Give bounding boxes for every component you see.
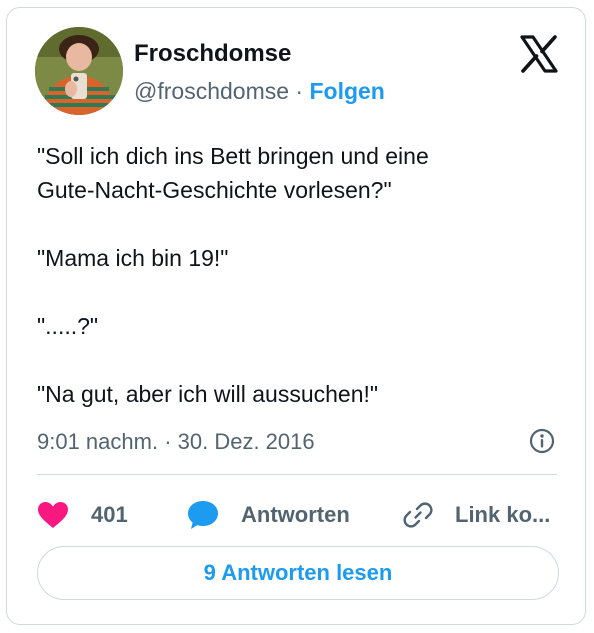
reply-label: Antworten	[241, 502, 350, 527]
copy-link-label: Link ko...	[455, 502, 551, 527]
like-count: 401	[91, 502, 128, 527]
tweet-timestamp[interactable]: 9:01 nachm. · 30. Dez. 2016	[37, 429, 315, 455]
user-handle[interactable]: @froschdomse	[134, 78, 289, 104]
speech-bubble-icon	[188, 501, 218, 529]
tweet-line: Gute-Nacht-Geschichte vorlesen?"	[37, 177, 392, 203]
tweet-line: "Mama ich bin 19!"	[37, 245, 229, 271]
tweet-line: ".....?"	[37, 313, 99, 339]
heart-icon	[38, 502, 68, 528]
divider	[37, 474, 557, 475]
avatar-image	[35, 27, 123, 115]
x-logo-icon[interactable]	[519, 34, 559, 74]
like-button[interactable]: 401	[37, 495, 128, 535]
separator-dot: ·	[289, 78, 310, 104]
avatar[interactable]	[35, 27, 123, 115]
display-name[interactable]: Froschdomse	[134, 40, 291, 68]
tweet-line: "Soll ich dich ins Bett bringen und eine	[37, 143, 429, 169]
info-icon[interactable]	[529, 428, 555, 454]
tweet-line: "Na gut, aber ich will aussuchen!"	[37, 381, 379, 407]
copy-link-button[interactable]: Link ko...	[403, 495, 550, 535]
tweet-text: "Soll ich dich ins Bett bringen und eine…	[37, 139, 557, 411]
action-bar: 401 Antworten Link ko...	[37, 495, 567, 535]
reply-button[interactable]: Antworten	[187, 495, 350, 535]
handle-row: @froschdomse · Folgen	[134, 78, 385, 105]
tweet-card: Froschdomse @froschdomse · Folgen "Soll …	[6, 7, 586, 625]
follow-button[interactable]: Folgen	[309, 78, 384, 104]
read-replies-label: 9 Antworten lesen	[203, 560, 393, 585]
read-replies-button[interactable]: 9 Antworten lesen	[37, 546, 559, 600]
link-icon	[403, 502, 433, 528]
